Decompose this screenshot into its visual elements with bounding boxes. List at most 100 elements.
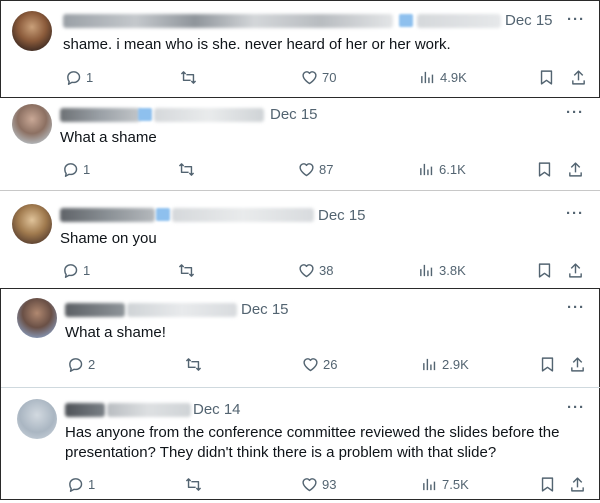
views-icon [420,163,433,176]
views-count: 6.1K [439,162,466,177]
reply-count: 1 [86,70,94,85]
share-icon [569,162,582,177]
bookmark-button[interactable] [538,69,555,86]
share-button[interactable] [569,356,586,373]
like-button[interactable]: 87 [298,161,333,178]
views-count: 2.9K [442,357,469,372]
bookmark-button[interactable] [539,356,556,373]
tweet-date[interactable]: Dec 15 [270,106,318,123]
like-button[interactable]: 38 [298,262,333,279]
views-icon [423,358,436,371]
reply-group: Dec 15 ··· What a shame! 2 26 2.9K Dec 1… [0,288,600,500]
bookmark-icon [538,263,551,278]
views-icon [421,71,434,84]
more-icon[interactable]: ··· [567,399,585,416]
like-icon [299,264,314,278]
verified-badge-blurred [156,208,170,221]
views-button[interactable]: 4.9K [419,69,467,86]
repost-button[interactable] [177,262,196,279]
verified-badge-blurred [399,14,413,27]
avatar[interactable] [17,399,57,439]
more-icon[interactable]: ··· [566,104,584,121]
tweet-text-line-1: Has anyone from the conference committee… [65,424,560,441]
reply-icon [69,478,83,492]
repost-icon [180,71,197,84]
avatar[interactable] [12,11,52,51]
views-button[interactable]: 3.8K [418,262,466,279]
reply-button[interactable]: 1 [65,69,93,86]
more-icon[interactable]: ··· [566,205,584,222]
reply-icon [64,163,78,177]
like-count: 70 [322,70,337,85]
more-icon[interactable]: ··· [567,11,585,28]
reply-tweet[interactable]: Dec 15 ··· Shame on you 1 38 3.8K [0,190,600,286]
bookmark-button[interactable] [536,262,553,279]
views-count: 3.8K [439,263,466,278]
tweet-text: shame. i mean who is she. never heard of… [63,36,451,53]
bookmark-icon [541,477,554,492]
repost-button[interactable] [184,356,203,373]
bookmark-icon [541,357,554,372]
bookmark-button[interactable] [539,476,556,493]
views-count: 4.9K [440,70,467,85]
repost-button[interactable] [179,69,198,86]
like-icon [302,71,317,85]
views-button[interactable]: 6.1K [418,161,466,178]
like-count: 93 [322,477,337,492]
share-button[interactable] [570,69,587,86]
author-handle-blurred[interactable] [107,403,191,417]
views-count: 7.5K [442,477,469,492]
like-count: 87 [319,162,334,177]
more-icon[interactable]: ··· [567,299,585,316]
reply-tweet[interactable]: Dec 15 ··· shame. i mean who is she. nev… [0,0,600,98]
repost-button[interactable] [177,161,196,178]
author-name-blurred[interactable] [65,403,105,417]
reply-tweet[interactable]: Dec 15 ··· What a shame 1 87 6.1K [0,98,600,190]
reply-icon [64,264,78,278]
author-name-blurred[interactable] [60,208,155,222]
repost-icon [178,163,195,176]
tweet-date[interactable]: Dec 14 [193,401,241,418]
avatar[interactable] [12,204,52,244]
bookmark-button[interactable] [536,161,553,178]
author-name-blurred[interactable] [65,303,125,317]
like-icon [303,358,318,372]
author-name-blurred[interactable] [60,108,140,122]
tweet-date[interactable]: Dec 15 [318,207,366,224]
avatar[interactable] [12,104,52,144]
like-button[interactable]: 93 [301,476,336,493]
like-count: 38 [319,263,334,278]
reply-button[interactable]: 1 [67,476,95,493]
views-button[interactable]: 2.9K [421,356,469,373]
tweet-text: What a shame [60,129,157,146]
author-handle-blurred[interactable] [172,208,314,222]
reply-button[interactable]: 1 [62,161,90,178]
verified-badge-blurred [138,108,152,121]
repost-icon [178,264,195,277]
like-button[interactable]: 70 [301,69,336,86]
like-icon [302,478,317,492]
share-button[interactable] [569,476,586,493]
tweet-date[interactable]: Dec 15 [241,301,289,318]
views-button[interactable]: 7.5K [421,476,469,493]
author-handle-blurred[interactable] [154,108,264,122]
share-icon [571,357,584,372]
author-handle-blurred[interactable] [127,303,237,317]
reply-count: 2 [88,357,96,372]
repost-icon [185,358,202,371]
reply-button[interactable]: 1 [62,262,90,279]
share-button[interactable] [567,161,584,178]
repost-button[interactable] [184,476,203,493]
reply-button[interactable]: 2 [67,356,95,373]
reply-count: 1 [83,162,91,177]
tweet-text: Shame on you [60,230,157,247]
like-button[interactable]: 26 [302,356,337,373]
avatar[interactable] [17,298,57,338]
tweet-date[interactable]: Dec 15 [505,12,553,29]
author-handle-blurred[interactable] [417,14,501,28]
share-icon [571,477,584,492]
divider [1,387,600,388]
share-button[interactable] [567,262,584,279]
author-name-blurred[interactable] [63,14,393,28]
like-icon [299,163,314,177]
